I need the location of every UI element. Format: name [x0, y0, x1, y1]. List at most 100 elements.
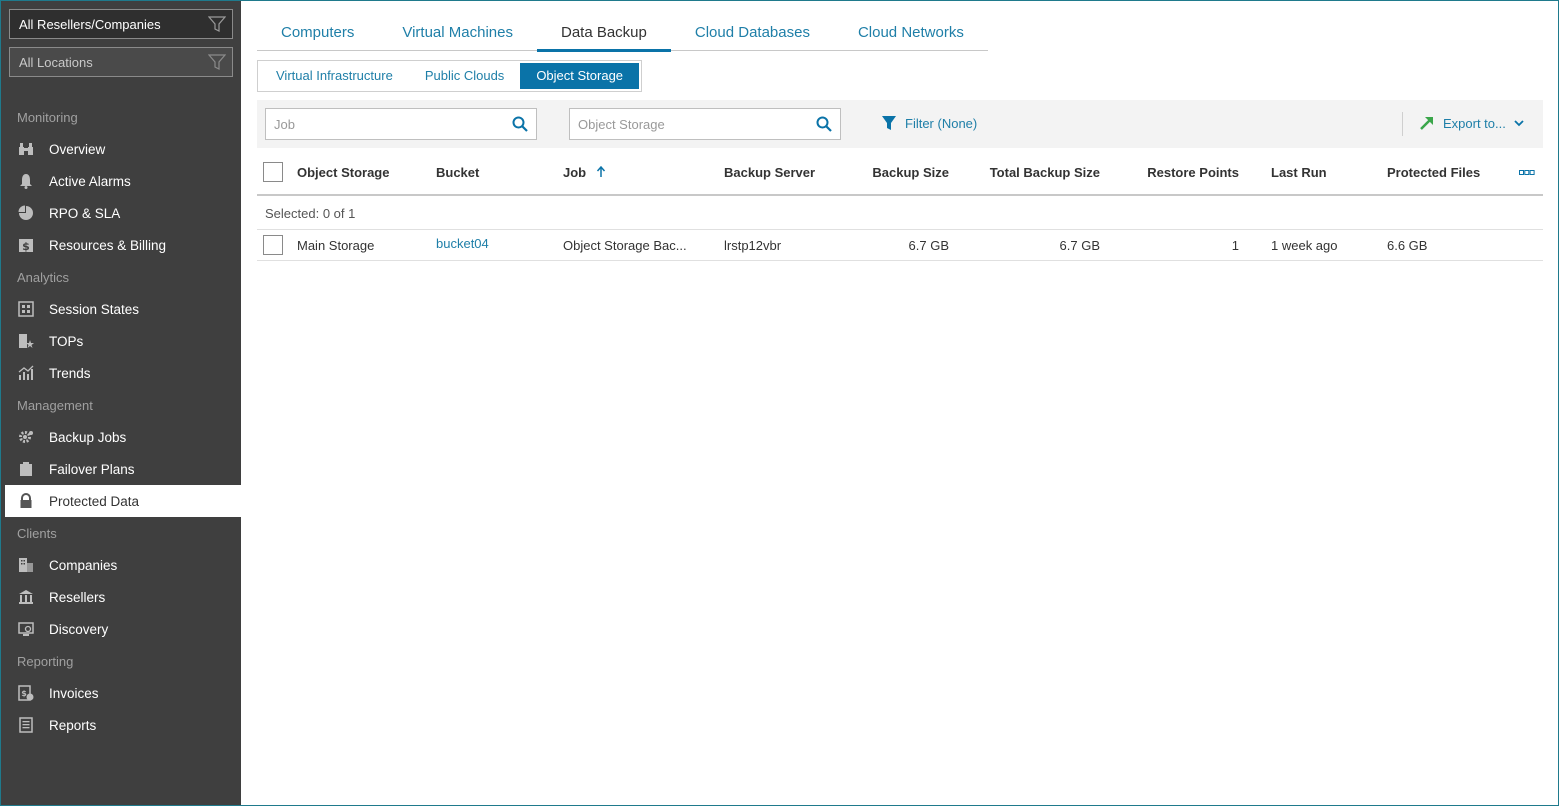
job-search-input[interactable] [266, 109, 496, 139]
section-clients: Clients [17, 526, 57, 541]
column-last-run[interactable]: Last Run [1271, 165, 1327, 180]
invoice-icon: $ [18, 685, 34, 701]
toolbar-divider [1402, 112, 1403, 136]
sidebar-item-label: RPO & SLA [49, 205, 121, 221]
tab-computers[interactable]: Computers [257, 21, 378, 51]
sidebar-item-label: Protected Data [49, 493, 140, 509]
subtab-virtual-infrastructure[interactable]: Virtual Infrastructure [260, 63, 409, 89]
sidebar-item-resellers[interactable]: Resellers [5, 581, 241, 613]
column-bucket[interactable]: Bucket [436, 165, 479, 180]
sidebar-item-resources-billing[interactable]: $ Resources & Billing [5, 229, 241, 261]
gear-icon [19, 431, 33, 443]
sidebar-item-tops[interactable]: TOPs [5, 325, 241, 357]
section-management: Management [17, 398, 93, 413]
dollar-icon: $ [19, 239, 33, 253]
sidebar-item-label: Invoices [49, 685, 99, 701]
sidebar-item-reports[interactable]: Reports [5, 709, 241, 741]
sidebar-item-label: Resources & Billing [49, 237, 167, 253]
section-reporting: Reporting [17, 654, 74, 669]
cell-object-storage: Main Storage [297, 238, 375, 253]
sidebar-item-label: Companies [49, 557, 118, 573]
subtab-object-storage[interactable]: Object Storage [520, 63, 640, 89]
sidebar-item-label: Overview [49, 141, 106, 157]
main-panel: Computers Virtual Machines Data Backup C… [241, 1, 1558, 805]
cell-total-backup-size: 6.7 GB [1059, 238, 1100, 253]
tab-cloud-networks[interactable]: Cloud Networks [834, 21, 988, 51]
search-icon[interactable] [816, 116, 832, 132]
cell-last-run: 1 week ago [1271, 238, 1338, 253]
resellers-scope-select[interactable]: All Resellers/Companies [9, 9, 233, 39]
export-arrow-icon [1420, 117, 1433, 130]
column-backup-size[interactable]: Backup Size [872, 165, 949, 180]
column-protected-files[interactable]: Protected Files [1387, 165, 1480, 180]
column-chooser-icon[interactable] [1519, 170, 1535, 176]
cell-bucket-link[interactable]: bucket04 [436, 236, 489, 251]
svg-text:$: $ [22, 240, 30, 253]
chevron-down-icon [1514, 120, 1524, 127]
cell-backup-size: 6.7 GB [908, 238, 949, 253]
sidebar-item-label: Session States [49, 301, 140, 317]
sidebar-item-label: Resellers [49, 589, 106, 605]
filter-button[interactable]: Filter (None) [881, 115, 977, 131]
monitor-icon [18, 622, 34, 636]
sidebar-item-discovery[interactable]: Discovery [5, 613, 241, 645]
tab-bar: Computers Virtual Machines Data Backup C… [257, 21, 988, 52]
search-icon[interactable] [512, 116, 528, 132]
sidebar-item-backup-jobs[interactable]: Backup Jobs [5, 421, 241, 453]
cell-job: Object Storage Bac... [563, 238, 687, 253]
column-restore-points[interactable]: Restore Points [1147, 165, 1239, 180]
sidebar-item-label: Active Alarms [49, 173, 131, 189]
sidebar-item-label: Reports [49, 717, 97, 733]
export-label: Export to... [1443, 115, 1506, 131]
tab-data-backup[interactable]: Data Backup [536, 21, 671, 52]
tab-virtual-machines[interactable]: Virtual Machines [378, 21, 537, 51]
sidebar-item-protected-data[interactable]: Protected Data [5, 485, 250, 517]
binoculars-icon [19, 143, 33, 155]
object-storage-search-box [569, 108, 841, 140]
sidebar-item-rpo-sla[interactable]: RPO & SLA [5, 197, 241, 229]
table-row[interactable]: Main Storage bucket04 Object Storage Bac… [257, 229, 1543, 261]
grid-icon [18, 301, 34, 317]
filter-label: Filter (None) [905, 115, 978, 131]
sidebar-item-label: TOPs [49, 333, 84, 349]
column-job[interactable]: Job [563, 165, 606, 180]
grid-header: Object Storage Bucket Job Backup Server … [257, 150, 1543, 196]
cell-backup-server: lrstp12vbr [724, 238, 782, 253]
sidebar-item-active-alarms[interactable]: Active Alarms [5, 165, 241, 197]
trend-icon [18, 365, 34, 380]
column-job-label: Job [563, 165, 587, 180]
column-total-backup-size[interactable]: Total Backup Size [990, 165, 1100, 180]
export-button[interactable]: Export to... [1419, 115, 1524, 131]
row-checkbox[interactable] [263, 235, 283, 255]
funnel-icon [882, 116, 896, 130]
tab-cloud-databases[interactable]: Cloud Databases [671, 21, 834, 51]
sidebar-item-failover-plans[interactable]: Failover Plans [5, 453, 241, 485]
svg-text:$: $ [21, 689, 27, 698]
column-object-storage[interactable]: Object Storage [297, 165, 389, 180]
column-backup-server[interactable]: Backup Server [724, 165, 815, 180]
sidebar-item-trends[interactable]: Trends [5, 357, 241, 389]
clipboard-icon [20, 462, 32, 476]
sidebar-item-session-states[interactable]: Session States [5, 293, 241, 325]
report-icon [19, 717, 33, 733]
sidebar: All Resellers/Companies All Locations Mo… [1, 1, 250, 805]
sidebar-item-label: Trends [49, 365, 91, 381]
sidebar-item-label: Backup Jobs [49, 429, 127, 445]
funnel-icon[interactable] [208, 53, 226, 71]
locations-scope-select[interactable]: All Locations [9, 47, 233, 77]
section-analytics: Analytics [17, 270, 70, 285]
sidebar-item-invoices[interactable]: $ Invoices [5, 677, 241, 709]
locations-scope-label: All Locations [19, 54, 93, 70]
section-monitoring: Monitoring [17, 110, 78, 125]
cell-restore-points: 1 [1231, 238, 1239, 253]
cell-protected-files: 6.6 GB [1387, 238, 1428, 253]
select-all-checkbox[interactable] [263, 162, 283, 182]
subtab-public-clouds[interactable]: Public Clouds [409, 63, 521, 89]
bell-icon [20, 174, 32, 189]
sidebar-item-companies[interactable]: Companies [5, 549, 241, 581]
object-storage-search-input[interactable] [570, 109, 800, 139]
bank-icon [19, 590, 33, 604]
sidebar-item-overview[interactable]: Overview [5, 133, 241, 165]
funnel-icon[interactable] [208, 15, 226, 33]
pie-chart-icon [18, 205, 33, 220]
